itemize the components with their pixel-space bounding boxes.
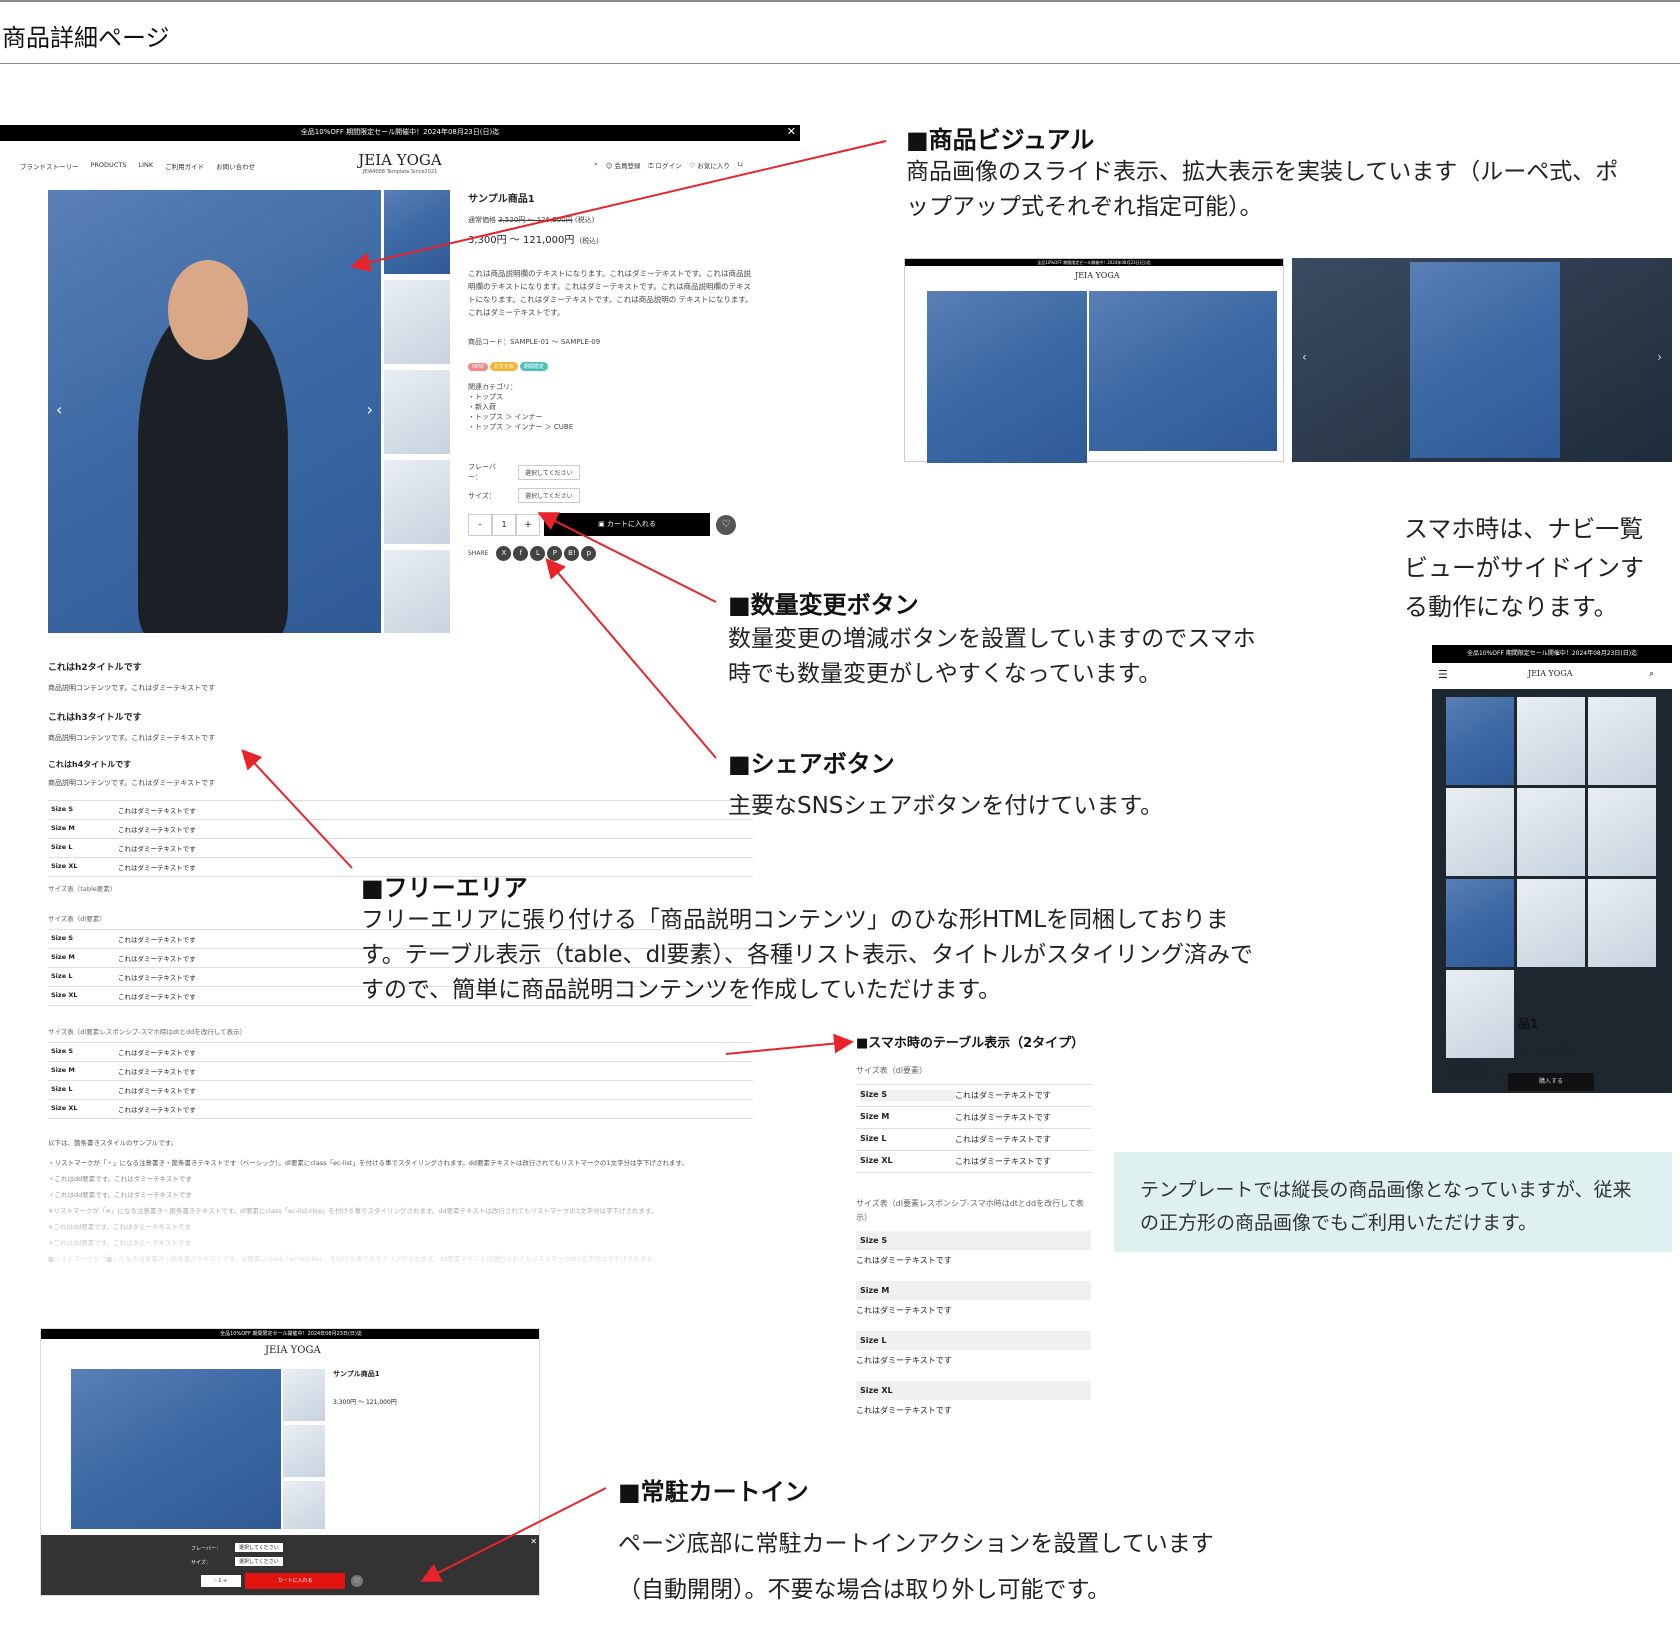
arrow-mobile-table bbox=[725, 1033, 854, 1055]
arrow-share bbox=[545, 557, 717, 759]
arrow-qty bbox=[537, 512, 717, 603]
arrow-visual bbox=[350, 140, 887, 273]
arrow-cartin bbox=[420, 1487, 607, 1582]
annotation-arrows bbox=[241, 140, 887, 1582]
arrow-free bbox=[241, 749, 353, 869]
